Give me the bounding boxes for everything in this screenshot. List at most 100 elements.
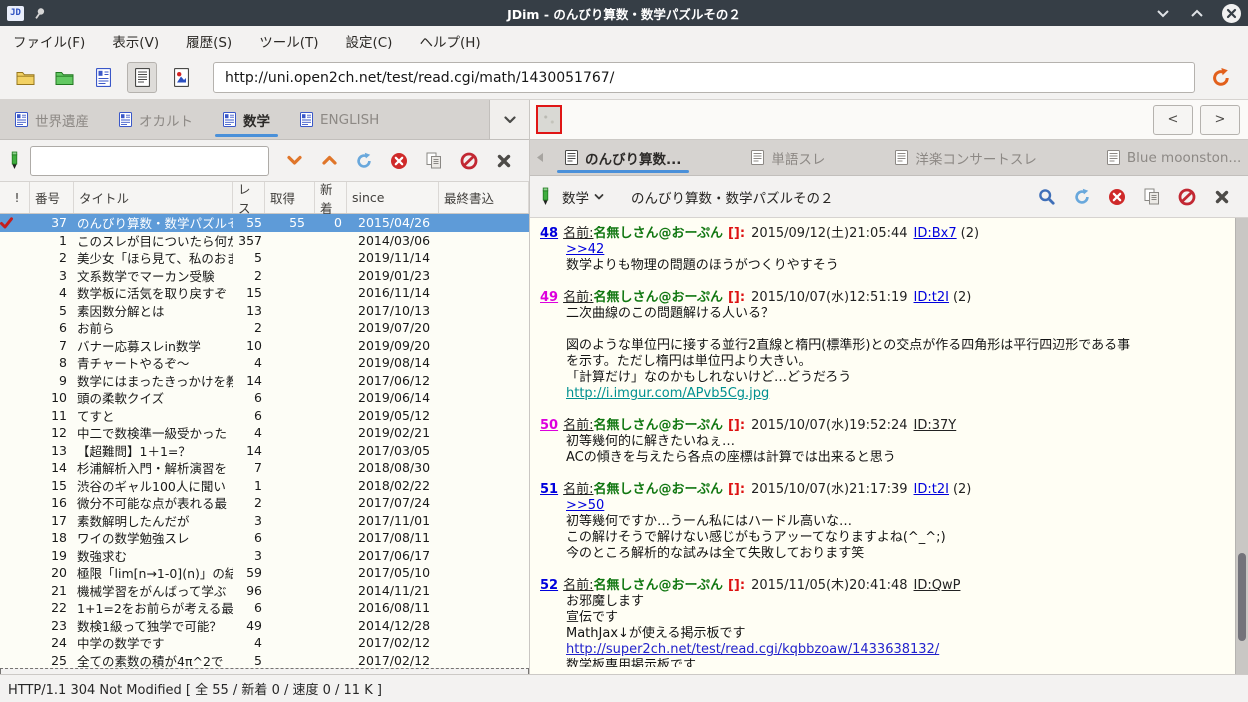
column-mark[interactable]: ! <box>0 182 30 213</box>
column-title[interactable]: タイトル <box>74 182 233 213</box>
abort-button[interactable] <box>452 146 486 176</box>
thread-tab-tango[interactable]: 単語スレ <box>736 140 840 175</box>
column-number[interactable]: 番号 <box>30 182 74 213</box>
board-view-button[interactable] <box>88 62 118 93</box>
board-select-dropdown[interactable]: 数学 <box>562 187 604 207</box>
table-row[interactable]: 20 極限「lim[n→1-0](n)」の結 59 2017/05/10 <box>0 564 529 582</box>
row-since: 2018/02/22 <box>358 477 431 493</box>
menu-settings[interactable]: 設定(C) <box>345 31 392 51</box>
column-new[interactable]: 新着 <box>315 182 347 216</box>
board-tab-list-button[interactable] <box>489 100 529 139</box>
post-date: 2015/09/12(土)21:05:44 <box>751 226 908 241</box>
row-since: 2019/07/20 <box>358 320 431 336</box>
table-row[interactable]: 11 てすと 6 2019/05/12 <box>0 407 529 425</box>
menu-view[interactable]: 表示(V) <box>112 31 159 51</box>
close-pane-button[interactable] <box>487 146 521 176</box>
post-text: 二次曲線のこの問題解ける人いる？ <box>566 306 775 321</box>
board-tab-english[interactable]: ENGLISH <box>285 100 394 139</box>
menu-help[interactable]: ヘルプ(H) <box>419 31 480 51</box>
tab-scroll-left-icon[interactable] <box>530 140 550 175</box>
table-row[interactable]: 22 1+1=2をお前らが考える最も 6 2016/08/11 <box>0 599 529 617</box>
table-row[interactable]: 14 杉浦解析入門・解析演習を 7 2018/08/30 <box>0 459 529 477</box>
post-number-link[interactable]: 52 <box>540 578 558 593</box>
table-row[interactable]: 7 バナー応募スレin数学 10 2019/09/20 <box>0 337 529 355</box>
poster-id-link[interactable]: ID:t2I <box>914 482 949 497</box>
bbs-list-button[interactable] <box>10 62 40 93</box>
table-row[interactable]: 24 中学の数学です 4 2017/02/12 <box>0 634 529 652</box>
reload-url-button[interactable] <box>1204 62 1238 94</box>
poster-id-link[interactable]: ID:Bx7 <box>914 226 957 241</box>
table-row[interactable]: 8 青チャートやるぞ〜 4 2019/08/14 <box>0 354 529 372</box>
thread-search-input[interactable] <box>30 145 269 176</box>
column-last-write[interactable]: 最終書込 <box>439 182 529 213</box>
table-row[interactable]: 12 中二で数検準一級受かった 4 2019/02/21 <box>0 424 529 442</box>
menu-file[interactable]: ファイル(F) <box>13 31 85 51</box>
column-since[interactable]: since <box>347 182 439 213</box>
table-row[interactable]: 10 頭の柔軟クイズ 6 2019/06/14 <box>0 389 529 407</box>
table-row[interactable]: 6 お前ら 2 2019/07/20 <box>0 319 529 337</box>
favorites-button[interactable] <box>49 62 79 93</box>
search-in-thread-button[interactable] <box>1030 182 1064 212</box>
reload-board-button[interactable] <box>347 146 381 176</box>
table-row[interactable]: 13 【超難問】1＋1=？ 14 2017/03/05 <box>0 442 529 460</box>
back-button[interactable]: < <box>1153 104 1193 135</box>
board-tab-math[interactable]: 数学 <box>208 100 285 139</box>
image-view-button[interactable] <box>166 62 196 93</box>
table-row[interactable]: 9 数学にはまったきっかけを教 14 2017/06/12 <box>0 372 529 390</box>
post-number-link[interactable]: 51 <box>540 482 558 497</box>
thread-tab-nonbiri[interactable]: のんびり算数... <box>550 140 696 175</box>
url-input[interactable] <box>213 62 1195 93</box>
image-tab-thumbnail[interactable] <box>536 105 562 134</box>
thread-tab-bluemoonstone[interactable]: Blue moonston... <box>1092 140 1248 175</box>
post-number-link[interactable]: 50 <box>540 418 558 433</box>
stop-load-button[interactable] <box>1100 182 1134 212</box>
write-pencil-icon[interactable] <box>8 151 22 170</box>
scrollbar-thumb[interactable] <box>1238 553 1246 641</box>
poster-id-link[interactable]: ID:t2I <box>914 290 949 305</box>
search-prev-button[interactable] <box>312 146 346 176</box>
board-tab-sekaiisan[interactable]: 世界遺産 <box>0 100 104 139</box>
anchor-link[interactable]: >>42 <box>566 242 604 257</box>
table-row[interactable]: 5 素因数分解とは 13 2017/10/13 <box>0 302 529 320</box>
close-button[interactable] <box>1222 3 1241 23</box>
url-link[interactable]: http://super2ch.net/test/read.cgi/kqbbzo… <box>566 642 939 657</box>
thread-list: 37 のんびり算数・数学パズルそ 55 55 0 2015/04/26 1 この… <box>0 214 529 668</box>
image-link[interactable]: http://i.imgur.com/APvb5Cg.jpg <box>566 386 769 401</box>
menu-history[interactable]: 履歴(S) <box>186 31 232 51</box>
table-row[interactable]: 25 全ての素数の積が4π^2で 5 2017/02/12 <box>0 652 529 668</box>
table-row[interactable]: 3 文系数学でマーカン受験 2 2019/01/23 <box>0 267 529 285</box>
table-row[interactable]: 21 機械学習をがんばって学ぶ 96 2014/11/21 <box>0 582 529 600</box>
table-row[interactable]: 16 微分不可能な点が表れる最 2 2017/07/24 <box>0 494 529 512</box>
column-res[interactable]: レス <box>233 182 265 216</box>
stop-load-button[interactable] <box>382 146 416 176</box>
table-row[interactable]: 17 素数解明したんだが 3 2017/11/01 <box>0 512 529 530</box>
maximize-button[interactable] <box>1188 4 1206 22</box>
post-number-link[interactable]: 48 <box>540 226 558 241</box>
abort-button[interactable] <box>1170 182 1204 212</box>
table-row[interactable]: 23 数検1級って独学で可能？ 49 2014/12/28 <box>0 617 529 635</box>
table-row[interactable]: 15 渋谷のギャル100人に聞い 1 2018/02/22 <box>0 477 529 495</box>
board-tab-occult[interactable]: オカルト <box>104 100 208 139</box>
table-row[interactable]: 37 のんびり算数・数学パズルそ 55 55 0 2015/04/26 <box>0 214 529 232</box>
thread-tab-yogaku[interactable]: 洋楽コンサートスレ <box>880 140 1052 175</box>
anchor-link[interactable]: >>50 <box>566 498 604 513</box>
column-got[interactable]: 取得 <box>265 182 315 213</box>
post-number-link[interactable]: 49 <box>540 290 558 305</box>
table-row[interactable]: 18 ワイの数学勉強スレ 6 2017/08/11 <box>0 529 529 547</box>
minimize-button[interactable] <box>1154 4 1172 22</box>
table-row[interactable]: 1 このスレが目についたら何か 357 2014/03/06 <box>0 232 529 250</box>
menu-tools[interactable]: ツール(T) <box>259 31 318 51</box>
row-number: 14 <box>51 460 67 476</box>
write-pencil-icon[interactable] <box>539 187 553 206</box>
search-next-button[interactable] <box>277 146 311 176</box>
reload-thread-button[interactable] <box>1065 182 1099 212</box>
copy-button[interactable] <box>1135 182 1169 212</box>
forward-button[interactable]: > <box>1200 104 1240 135</box>
thread-scrollbar[interactable] <box>1235 218 1248 674</box>
close-pane-button[interactable] <box>1205 182 1239 212</box>
table-row[interactable]: 2 美少女「ほら見て、私のおま 5 2019/11/14 <box>0 249 529 267</box>
table-row[interactable]: 19 数強求む 3 2017/06/17 <box>0 547 529 565</box>
thread-view-button[interactable] <box>127 62 157 93</box>
table-row[interactable]: 4 数学板に活気を取り戻すぞ 15 2016/11/14 <box>0 284 529 302</box>
copy-button[interactable] <box>417 146 451 176</box>
